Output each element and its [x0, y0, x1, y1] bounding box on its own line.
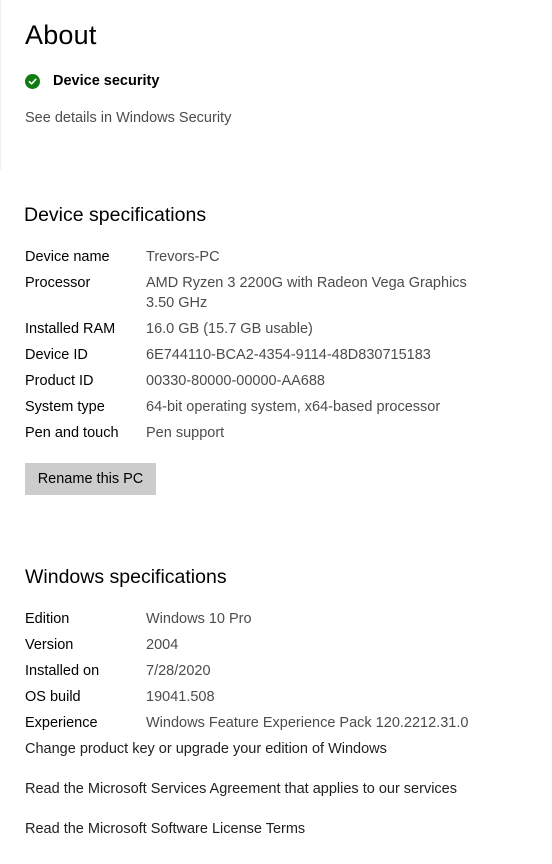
spec-label-product-id: Product ID: [25, 373, 94, 389]
spec-value-installed-ram: 16.0 GB (15.7 GB usable): [146, 321, 313, 337]
device-security-row: Device security: [25, 72, 159, 90]
spec-value-device-name: Trevors-PC: [146, 249, 220, 265]
spec-value-system-type: 64-bit operating system, x64-based proce…: [146, 399, 441, 415]
spec-value-product-id: 00330-80000-00000-AA688: [146, 373, 325, 389]
license-terms-link[interactable]: Read the Microsoft Software License Term…: [25, 821, 305, 837]
about-page: About Device security See details in Win…: [0, 0, 552, 864]
spec-label-installed-ram: Installed RAM: [25, 321, 116, 337]
spec-value-installed-on: 7/28/2020: [146, 663, 211, 679]
pane-divider: [0, 0, 1, 170]
spec-label-os-build: OS build: [25, 689, 81, 705]
spec-value-edition: Windows 10 Pro: [146, 611, 252, 627]
spec-value-version: 2004: [146, 637, 179, 653]
spec-label-device-id: Device ID: [25, 347, 88, 363]
device-specifications-heading: Device specifications: [24, 204, 207, 226]
spec-label-pen-and-touch: Pen and touch: [25, 425, 119, 441]
see-details-link[interactable]: See details in Windows Security: [25, 110, 231, 126]
rename-pc-button[interactable]: Rename this PC: [25, 463, 156, 495]
spec-label-processor: Processor: [25, 275, 91, 291]
spec-label-device-name: Device name: [25, 249, 110, 265]
spec-value-device-id: 6E744110-BCA2-4354-9114-48D830715183: [146, 347, 431, 363]
spec-label-system-type: System type: [25, 399, 105, 415]
spec-value-experience: Windows Feature Experience Pack 120.2212…: [146, 715, 469, 731]
services-agreement-link[interactable]: Read the Microsoft Services Agreement th…: [25, 781, 457, 797]
change-product-key-link[interactable]: Change product key or upgrade your editi…: [25, 741, 387, 757]
spec-label-installed-on: Installed on: [25, 663, 100, 679]
spec-value-processor-speed: 3.50 GHz: [146, 295, 208, 311]
page-title: About: [25, 20, 97, 50]
spec-label-edition: Edition: [25, 611, 70, 627]
spec-value-os-build: 19041.508: [146, 689, 215, 705]
check-circle-icon: [25, 73, 40, 89]
spec-value-processor: AMD Ryzen 3 2200G with Radeon Vega Graph…: [146, 275, 467, 291]
spec-label-version: Version: [25, 637, 74, 653]
device-security-label: Device security: [53, 73, 160, 89]
spec-value-pen-and-touch: Pen support: [146, 425, 225, 441]
spec-label-experience: Experience: [25, 715, 98, 731]
windows-specifications-heading: Windows specifications: [25, 566, 227, 588]
